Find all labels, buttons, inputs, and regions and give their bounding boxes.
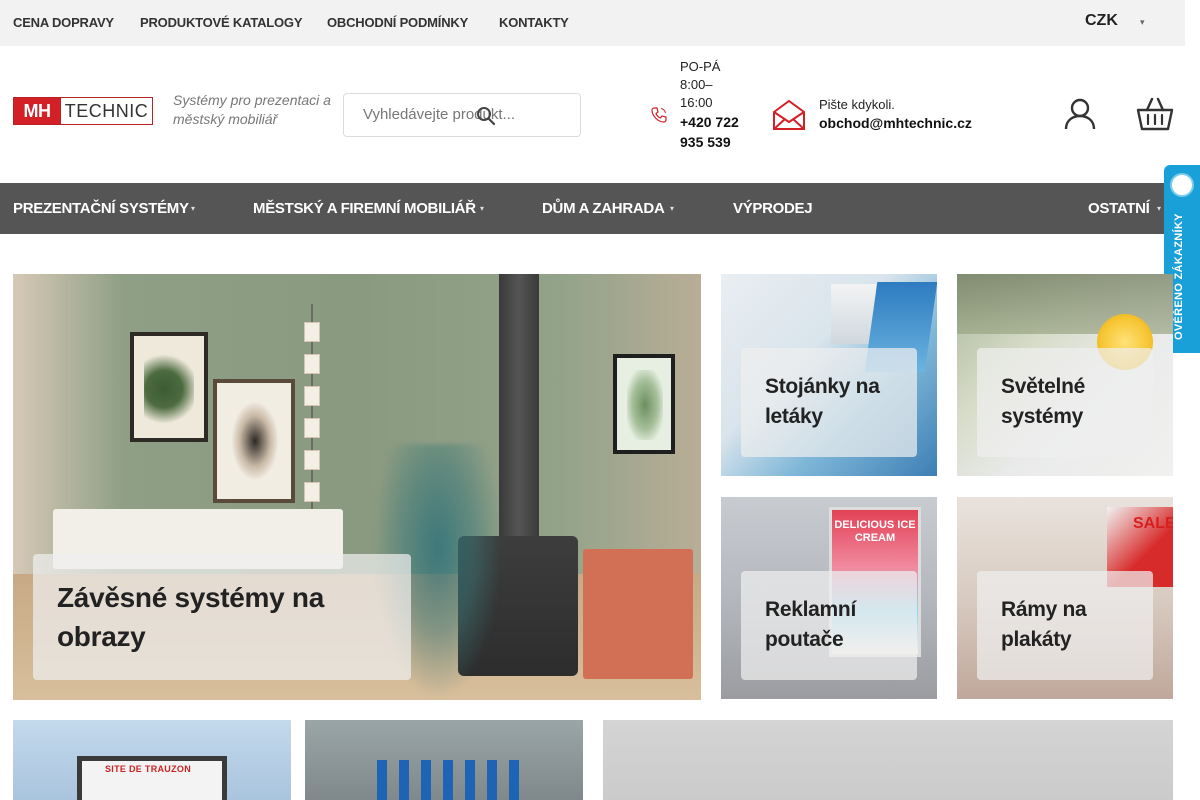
nav-item-sale[interactable]: VÝPRODEJ [733, 200, 813, 217]
hanging-card [304, 354, 320, 374]
seal-icon [1170, 173, 1194, 197]
category-tile-light-systems[interactable]: Světelné systémy [957, 274, 1173, 476]
currency-selector[interactable]: CZK [1085, 12, 1118, 30]
site-logo[interactable]: MH TECHNIC [13, 97, 153, 125]
nav-item-urban-furniture[interactable]: MĚSTSKÝ A FIREMNÍ MOBILIÁŘ [253, 200, 476, 217]
nav-item-presentation-systems[interactable]: PREZENTAČNÍ SYSTÉMY [13, 200, 189, 217]
site-header: MH TECHNIC Systémy pro prezentaci a měst… [0, 46, 1185, 183]
category-tile-bottom-2[interactable] [305, 720, 583, 800]
site-tagline: Systémy pro prezentaci a městský mobiliá… [173, 92, 331, 127]
nav-item-other[interactable]: OSTATNÍ [1088, 200, 1150, 217]
topbar-link-shipping[interactable]: CENA DOPRAVY [13, 15, 114, 30]
chevron-down-icon: ▾ [1157, 204, 1162, 213]
phone-number[interactable]: +420 722 935 539 [680, 113, 740, 152]
nav-item-home-garden[interactable]: DŮM A ZAHRADA [542, 200, 665, 217]
search-input[interactable] [363, 106, 533, 123]
framed-picture [213, 379, 295, 503]
topbar-link-contacts[interactable]: KONTAKTY [499, 15, 569, 30]
mail-label: Pište kdykoli. [819, 97, 895, 112]
phone-icon [651, 107, 667, 123]
chevron-down-icon: ▾ [670, 204, 675, 213]
mail-icon [773, 99, 805, 130]
tile-title: Reklamní poutače [765, 598, 856, 651]
tile-image-text: DELICIOUS ICE CREAM [834, 519, 916, 544]
topbar-link-catalogs[interactable]: PRODUKTOVÉ KATALOGY [140, 15, 303, 30]
tile-label-box: Reklamní poutače [741, 571, 917, 680]
tile-label-box: Stojánky na letáky [741, 348, 917, 457]
mail-address[interactable]: obchod@mhtechnic.cz [819, 115, 972, 131]
category-tile-bottom-1[interactable]: SITE DE TRAUZON [13, 720, 291, 800]
user-account-icon[interactable] [1063, 97, 1097, 131]
category-tile-poster-frames[interactable]: SALE Rámy na plakáty [957, 497, 1173, 699]
top-bar: CENA DOPRAVY PRODUKTOVÉ KATALOGY OBCHODN… [0, 0, 1185, 46]
badge-label: OVĚŘENO ZÁKAZNÍKY [1173, 213, 1185, 340]
logo-mh: MH [14, 98, 60, 124]
stove-pipe [499, 274, 539, 544]
opening-hours: PO-PÁ 8:00–16:00 [680, 59, 721, 110]
tile-image-text: SITE DE TRAUZON [105, 764, 192, 774]
chevron-down-icon: ▾ [191, 204, 196, 213]
tile-title: Stojánky na letáky [765, 375, 880, 428]
chevron-down-icon: ▾ [480, 204, 485, 213]
category-tile-leaflet-stands[interactable]: Stojánky na letáky [721, 274, 937, 476]
tile-title: Závěsné systémy na obrazy [57, 582, 324, 652]
framed-picture [613, 354, 675, 454]
main-nav: PREZENTAČNÍ SYSTÉMY ▾ MĚSTSKÝ A FIREMNÍ … [0, 183, 1185, 234]
logo-technic: TECHNIC [60, 98, 152, 124]
hanging-card [304, 450, 320, 470]
tile-image [77, 756, 227, 800]
tile-label-box: Závěsné systémy na obrazy [33, 554, 411, 680]
shopping-basket-icon[interactable] [1136, 97, 1174, 131]
category-tile-advertising-boards[interactable]: DELICIOUS ICE CREAM Reklamní poutače [721, 497, 937, 699]
category-tile-bottom-3[interactable] [603, 720, 1173, 800]
framed-picture [130, 332, 208, 442]
tile-label-box: Rámy na plakáty [977, 571, 1153, 680]
tile-image-text: SALE [1133, 515, 1173, 532]
tile-title: Světelné systémy [1001, 375, 1085, 428]
chevron-down-icon[interactable]: ▾ [1140, 17, 1145, 28]
hanging-card [304, 322, 320, 342]
category-tile-hanging-systems[interactable]: Závěsné systémy na obrazy [13, 274, 701, 700]
tile-title: Rámy na plakáty [1001, 598, 1087, 651]
search-box [343, 93, 581, 137]
cabinet [583, 549, 693, 679]
topbar-link-terms[interactable]: OBCHODNÍ PODMÍNKY [327, 15, 468, 30]
tile-label-box: Světelné systémy [977, 348, 1153, 457]
hanging-card [304, 418, 320, 438]
hanging-card [304, 482, 320, 502]
hanging-card [304, 386, 320, 406]
tile-image [377, 760, 527, 800]
search-icon[interactable] [476, 106, 496, 126]
